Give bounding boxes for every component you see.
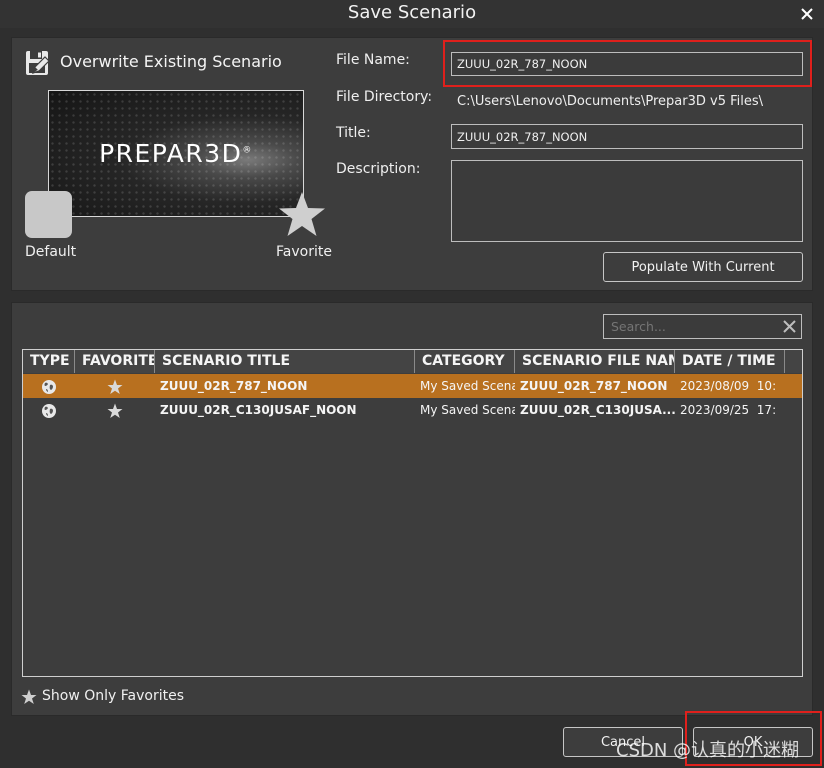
- table-row[interactable]: ZUUU_02R_787_NOON My Saved Scenarios ZUU…: [23, 374, 802, 398]
- column-header-favorite[interactable]: FAVORITE: [75, 350, 155, 373]
- star-icon[interactable]: [107, 403, 123, 419]
- annotation-highlight-filename: [443, 40, 812, 87]
- column-header-scenario-file-name[interactable]: SCENARIO FILE NAME: [515, 350, 675, 373]
- row-file-name: ZUUU_02R_C130JUSA...: [520, 403, 675, 417]
- globe-icon: [42, 403, 56, 418]
- table-row[interactable]: ZUUU_02R_C130JUSAF_NOON My Saved Scenari…: [23, 398, 802, 422]
- scenario-table: TYPE FAVORITE SCENARIO TITLE CATEGORY SC…: [22, 349, 803, 677]
- column-header-type[interactable]: TYPE: [23, 350, 75, 373]
- window-title: Save Scenario: [347, 2, 477, 23]
- table-header: TYPE FAVORITE SCENARIO TITLE CATEGORY SC…: [23, 350, 802, 373]
- default-label: Default: [25, 244, 77, 260]
- search-input[interactable]: [603, 314, 802, 339]
- globe-icon: [42, 379, 56, 394]
- row-category: My Saved Scenarios: [420, 379, 515, 393]
- star-icon[interactable]: [107, 379, 123, 395]
- row-date-time: 2023/09/25 17:1: [680, 403, 775, 417]
- favorite-star-icon[interactable]: [277, 190, 327, 240]
- show-only-favorites-label[interactable]: Show Only Favorites: [42, 688, 184, 704]
- file-name-label: File Name:: [336, 52, 410, 68]
- row-type-cell: [23, 398, 75, 422]
- row-favorite-cell[interactable]: [75, 374, 155, 398]
- description-label: Description:: [336, 161, 421, 177]
- description-input[interactable]: [451, 160, 803, 242]
- favorite-label: Favorite: [276, 244, 332, 260]
- prepar3d-logo: PREPAR3D®: [49, 139, 303, 168]
- row-date-time: 2023/08/09 10:4: [680, 379, 775, 393]
- column-header-scenario-title[interactable]: SCENARIO TITLE: [155, 350, 415, 373]
- logo-text: PREPAR3D: [99, 139, 243, 168]
- row-favorite-cell[interactable]: [75, 398, 155, 422]
- populate-with-current-button[interactable]: Populate With Current: [603, 252, 803, 282]
- row-type-cell: [23, 374, 75, 398]
- logo-registered-mark: ®: [242, 145, 253, 156]
- row-file-name: ZUUU_02R_787_NOON: [520, 379, 668, 393]
- column-header-category[interactable]: CATEGORY: [415, 350, 515, 373]
- column-header-date-time[interactable]: DATE / TIME: [675, 350, 785, 373]
- clear-search-icon[interactable]: [782, 319, 797, 334]
- file-directory-value: C:\Users\Lenovo\Documents\Prepar3D v5 Fi…: [457, 94, 764, 109]
- file-directory-label: File Directory:: [336, 89, 433, 105]
- row-scenario-title: ZUUU_02R_787_NOON: [160, 379, 308, 393]
- overwrite-existing-label[interactable]: Overwrite Existing Scenario: [60, 52, 282, 71]
- watermark-text: CSDN @认真的小迷糊: [616, 740, 800, 761]
- title-bar: Save Scenario: [0, 0, 824, 28]
- title-input[interactable]: [451, 124, 803, 149]
- show-only-favorites-star-icon[interactable]: [21, 689, 37, 705]
- title-label: Title:: [336, 125, 371, 141]
- overwrite-save-icon: [26, 51, 50, 75]
- default-thumbnail-button[interactable]: [25, 191, 72, 238]
- row-scenario-title: ZUUU_02R_C130JUSAF_NOON: [160, 403, 357, 417]
- close-icon[interactable]: [800, 7, 814, 21]
- row-category: My Saved Scenarios: [420, 403, 515, 417]
- scenario-preview-image: PREPAR3D®: [48, 90, 304, 217]
